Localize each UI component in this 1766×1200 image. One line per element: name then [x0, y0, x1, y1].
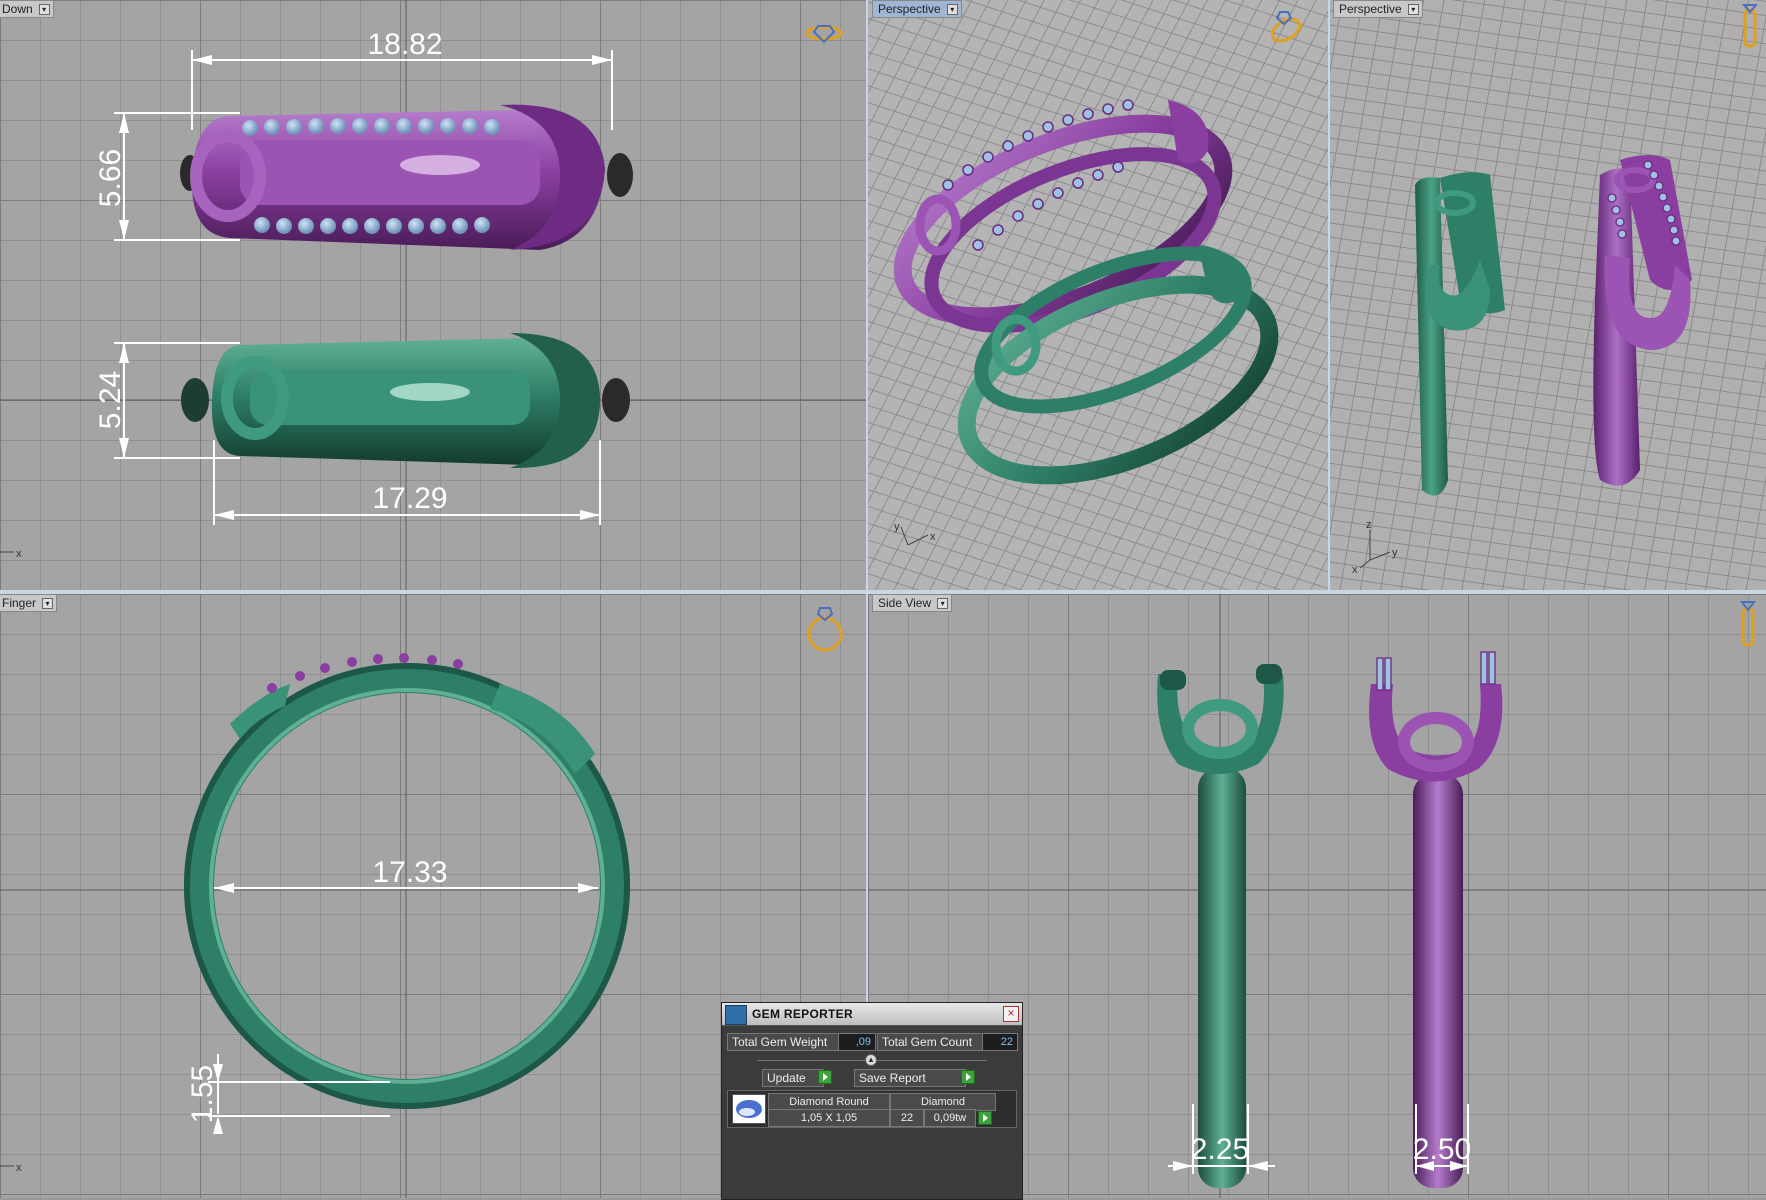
- svg-text:1.55: 1.55: [186, 1065, 219, 1123]
- total-gem-count-value[interactable]: 22: [982, 1033, 1018, 1051]
- svg-text:x: x: [930, 531, 936, 543]
- svg-text:z: z: [1366, 519, 1372, 531]
- svg-text:y: y: [1392, 547, 1398, 559]
- purple-ring-side[interactable]: [1369, 651, 1503, 1188]
- svg-text:x: x: [1352, 564, 1358, 576]
- axis-indicator: x: [0, 548, 22, 560]
- gem-thumbnail-icon: [732, 1094, 766, 1124]
- svg-text:y: y: [894, 521, 900, 533]
- view-cube-ring-icon[interactable]: [1269, 11, 1304, 45]
- gem-reporter-panel[interactable]: GEM REPORTER × Total Gem Weight ,09 Tota…: [721, 1002, 1023, 1200]
- svg-text:x: x: [16, 548, 22, 560]
- gem-size-cell: 1,05 X 1,05: [768, 1109, 890, 1127]
- viewport-splitter-vertical-2[interactable]: [1328, 0, 1330, 590]
- svg-text:x: x: [16, 1162, 22, 1174]
- gem-weight-cell: 0,09tw: [924, 1109, 976, 1127]
- green-ring-persp[interactable]: [940, 222, 1297, 514]
- gem-row-select-icon[interactable]: [978, 1111, 992, 1125]
- save-report-button[interactable]: Save Report: [854, 1069, 966, 1087]
- collapse-arrow-icon[interactable]: ▲: [865, 1054, 877, 1066]
- perspective-2-canvas: z y x: [1352, 4, 1759, 576]
- gem-prongs-side: [1376, 651, 1496, 691]
- top-view-canvas: 18.82 5.66 5.24 17.29 x: [0, 0, 866, 590]
- update-run-icon[interactable]: [818, 1070, 832, 1084]
- axis-indicator: x y: [894, 521, 936, 546]
- green-ring-top[interactable]: [181, 333, 630, 469]
- gem-reporter-titlebar[interactable]: GEM REPORTER ×: [722, 1003, 1022, 1026]
- gem-reporter-app-icon: [725, 1005, 747, 1025]
- gem-table: Diamond Round Diamond 1,05 X 1,05 22 0,0…: [727, 1090, 1017, 1128]
- dimension-ring-inner: 17.33: [214, 856, 598, 893]
- total-gem-weight-value[interactable]: ,09: [838, 1033, 876, 1051]
- viewport-top[interactable]: Down ▾ 18.82 5.66 5.24 17.29 x: [0, 0, 866, 590]
- purple-ring-persp2[interactable]: [1593, 155, 1692, 486]
- total-gem-count-label: Total Gem Count: [877, 1033, 987, 1051]
- diamond-icon: [736, 1100, 762, 1118]
- gem-reporter-title: GEM REPORTER: [752, 1007, 853, 1021]
- svg-text:5.24: 5.24: [94, 371, 127, 429]
- svg-text:2.25: 2.25: [1191, 1133, 1249, 1166]
- save-report-run-icon[interactable]: [961, 1070, 975, 1084]
- update-button[interactable]: Update: [762, 1069, 824, 1087]
- viewport-splitter-horizontal[interactable]: [0, 590, 1766, 594]
- view-cube-ring-icon[interactable]: [1741, 4, 1759, 48]
- perspective-1-canvas: x y: [893, 11, 1304, 546]
- view-cube-ring-icon[interactable]: [807, 607, 843, 652]
- close-icon[interactable]: ×: [1003, 1006, 1019, 1022]
- svg-text:5.66: 5.66: [94, 149, 127, 207]
- total-gem-weight-label: Total Gem Weight: [727, 1033, 845, 1051]
- view-cube-ring-icon[interactable]: [1740, 601, 1756, 647]
- svg-text:2.50: 2.50: [1413, 1133, 1471, 1166]
- axis-indicator: z y x: [1352, 519, 1398, 576]
- svg-text:17.33: 17.33: [372, 856, 447, 889]
- viewport-perspective-1[interactable]: Perspective ▾ x y: [868, 0, 1328, 590]
- axis-indicator: x: [0, 1162, 22, 1174]
- svg-text:17.29: 17.29: [372, 482, 447, 515]
- green-ring-persp2[interactable]: [1415, 172, 1505, 496]
- dim-top-width-label: 18.82: [367, 28, 442, 61]
- purple-ring-top[interactable]: [180, 104, 633, 251]
- viewport-perspective-2[interactable]: Perspective ▾ z y x: [1330, 0, 1766, 590]
- view-cube-ring-icon[interactable]: [805, 25, 843, 44]
- gem-count-cell: 22: [890, 1109, 924, 1127]
